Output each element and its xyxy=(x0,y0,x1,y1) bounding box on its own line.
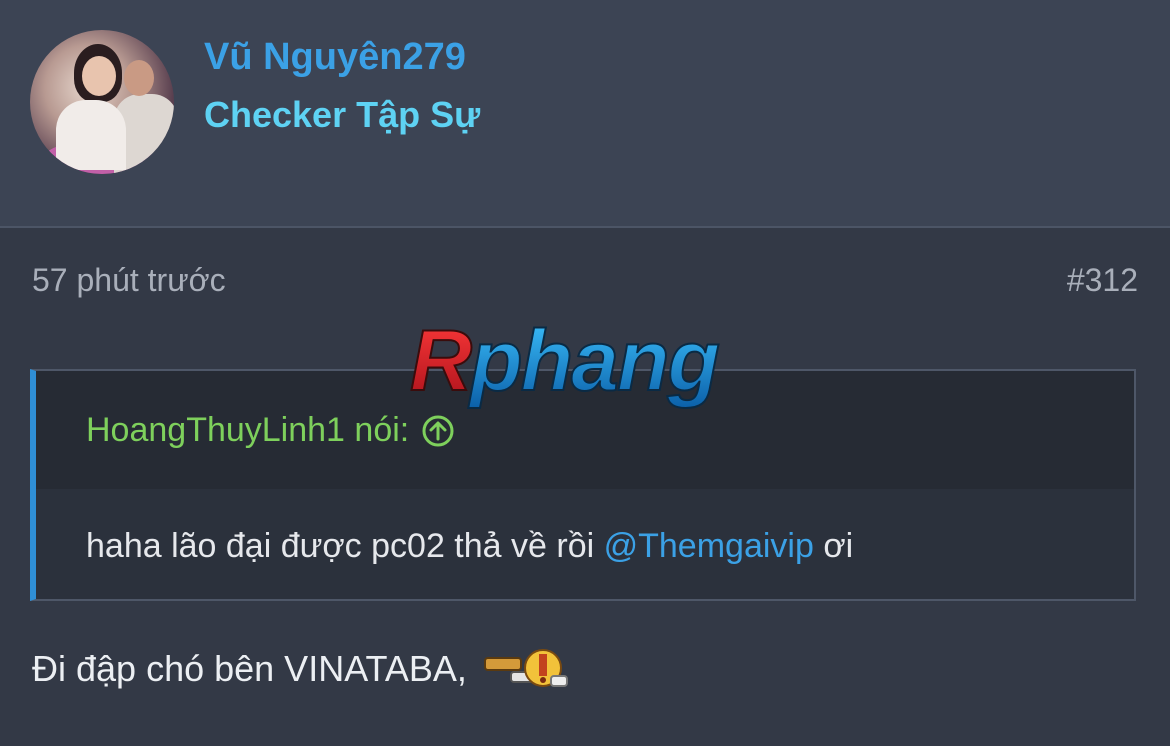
arrow-up-circle-icon[interactable] xyxy=(421,414,455,448)
avatar[interactable] xyxy=(30,30,174,174)
profile-header: Vũ Nguyên279 Checker Tập Sự xyxy=(0,0,1170,228)
watermark-logo: Rphang xyxy=(409,318,723,410)
quote-text-prefix: haha lão đại được pc02 thả về rồi xyxy=(86,527,604,565)
quote-text-suffix: ơi xyxy=(813,527,854,565)
quote-author-label: HoangThuyLinh1 nói: xyxy=(86,411,410,449)
watermark-r: Rphang xyxy=(410,318,720,409)
post-timestamp[interactable]: 57 phút trước xyxy=(32,262,226,299)
quote-author-link[interactable]: HoangThuyLinh1 nói: xyxy=(86,411,455,450)
post-text: Đi đập chó bên VINATABA, xyxy=(32,648,467,689)
post-content: Đi đập chó bên VINATABA, xyxy=(32,644,571,694)
smiley-emoticon-icon xyxy=(483,649,568,687)
post-number[interactable]: #312 xyxy=(1067,262,1138,299)
mention-link[interactable]: @Themgaivip xyxy=(604,527,814,565)
user-title: Checker Tập Sự xyxy=(204,94,481,135)
quote-body: haha lão đại được pc02 thả về rồi @Themg… xyxy=(86,527,853,566)
username-link[interactable]: Vũ Nguyên279 xyxy=(204,36,466,79)
